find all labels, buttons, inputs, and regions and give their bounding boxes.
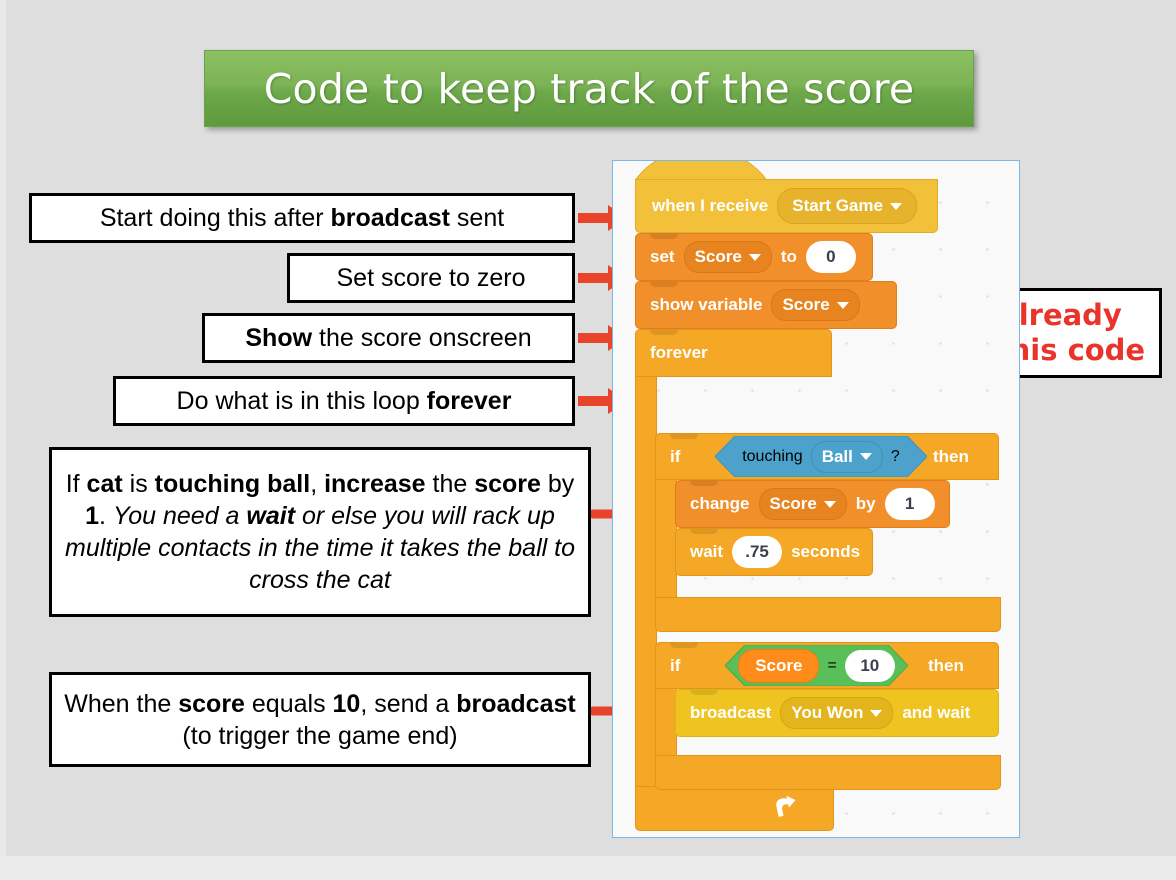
block-when-i-receive[interactable]: when I receive Start Game [635, 179, 938, 233]
block-suffix-label: and wait [902, 703, 971, 722]
block-notch [650, 282, 678, 287]
sensing-label: touching [742, 447, 803, 465]
block-by-label: by [855, 494, 876, 513]
callout-text: When the score equals 10, send a broadca… [64, 689, 576, 750]
then-label: then [928, 655, 964, 675]
slide-title-banner: Code to keep track of the score [204, 50, 974, 127]
slide-outer-area [0, 856, 1176, 880]
block-if-score-equals-footer [655, 755, 1001, 790]
block-label: show variable [650, 295, 763, 314]
dropdown-value: Score [782, 295, 830, 314]
block-notch [650, 234, 678, 239]
scratch-code-canvas[interactable]: when I receive Start Game set Score to 0 [612, 160, 1020, 838]
arrow-to-forever-block [578, 396, 610, 406]
page-title: Code to keep track of the score [263, 64, 915, 113]
block-forever-header[interactable]: forever [635, 329, 832, 377]
boolean-touching-ball[interactable]: touching Ball ? [715, 436, 927, 477]
dropdown-broadcast-you-won[interactable]: You Won [780, 697, 894, 729]
block-forever-footer[interactable] [635, 786, 834, 831]
dropdown-value: Start Game [792, 196, 883, 215]
dropdown-value: You Won [791, 703, 864, 722]
slide-canvas: Code to keep track of the score Start do… [0, 0, 1176, 856]
chevron-down-icon [748, 253, 761, 261]
dropdown-sprite-ball[interactable]: Ball [810, 440, 883, 473]
block-label: forever [650, 343, 708, 362]
block-change-variable[interactable]: change Score by 1 [675, 480, 950, 528]
block-forever-body [635, 377, 657, 813]
block-label: change [690, 494, 750, 513]
chevron-down-icon [859, 453, 872, 460]
block-notch [670, 643, 698, 648]
block-if-score-equals-body [655, 689, 677, 755]
dropdown-value: Score [769, 494, 817, 513]
callout-broadcast-received: Start doing this after broadcast sent [29, 193, 575, 243]
block-notch [650, 330, 678, 335]
variable-reporter-score[interactable]: Score [738, 648, 820, 683]
arrow-to-set-block [578, 273, 610, 283]
dropdown-value: Score [694, 247, 742, 266]
callout-text: Do what is in this loop forever [176, 387, 512, 415]
dropdown-variable-score[interactable]: Score [683, 241, 772, 273]
input-wait-duration[interactable]: .75 [732, 536, 783, 568]
arrow-to-hat-block [578, 213, 610, 223]
block-broadcast-and-wait[interactable]: broadcast You Won and wait [675, 689, 999, 737]
chevron-down-icon [823, 500, 836, 508]
callout-score-equals-ten: When the score equals 10, send a broadca… [49, 672, 591, 767]
input-change-amount[interactable]: 1 [884, 488, 935, 520]
block-label: broadcast [690, 703, 772, 722]
block-to-label: to [780, 247, 797, 266]
if-label: if [670, 655, 681, 675]
chevron-down-icon [870, 709, 883, 717]
block-notch [690, 690, 718, 695]
input-set-value[interactable]: 0 [805, 241, 856, 273]
callout-text: Show the score onscreen [245, 324, 532, 352]
block-show-variable[interactable]: show variable Score [635, 281, 897, 329]
if-label: if [670, 446, 681, 466]
block-unit-label: seconds [791, 542, 861, 561]
boolean-equals-operator[interactable]: Score = 10 [725, 645, 908, 686]
block-notch [670, 434, 698, 439]
callout-set-score-zero: Set score to zero [287, 253, 575, 303]
dropdown-variable-score[interactable]: Score [758, 488, 847, 520]
input-compare-value[interactable]: 10 [844, 649, 895, 682]
block-if-touching-body [655, 480, 677, 597]
block-notch [690, 481, 718, 486]
dropdown-broadcast-message[interactable]: Start Game [777, 188, 917, 224]
callout-text: Set score to zero [336, 264, 526, 292]
operator-symbol: = [827, 656, 837, 674]
loop-arrow-icon [776, 795, 796, 817]
block-notch [690, 529, 718, 534]
block-wait-seconds[interactable]: wait .75 seconds [675, 528, 873, 576]
sensing-suffix: ? [890, 447, 900, 465]
chevron-down-icon [889, 202, 902, 210]
dropdown-value: Ball [821, 446, 853, 466]
block-if-touching-footer [655, 597, 1001, 632]
chevron-down-icon [836, 301, 849, 309]
block-label: when I receive [652, 196, 769, 215]
callout-show-score: Show the score onscreen [202, 313, 575, 363]
callout-text: If cat is touching ball, increase the sc… [65, 470, 575, 594]
then-label: then [933, 446, 969, 466]
block-label: wait [690, 542, 724, 561]
block-label: set [650, 247, 675, 266]
arrow-to-show-block [578, 333, 610, 343]
dropdown-variable-score[interactable]: Score [771, 289, 860, 321]
callout-forever-loop: Do what is in this loop forever [113, 376, 575, 426]
callout-touching-increase: If cat is touching ball, increase the sc… [49, 447, 591, 617]
block-set-variable[interactable]: set Score to 0 [635, 233, 873, 281]
callout-text: Start doing this after broadcast sent [99, 204, 505, 232]
